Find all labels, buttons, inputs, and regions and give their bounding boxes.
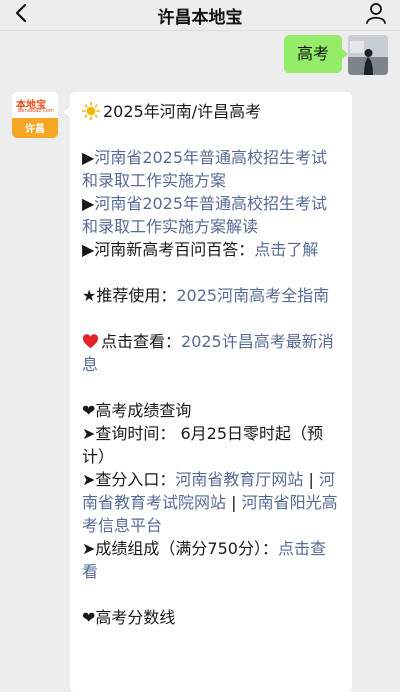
top-bar: 许昌本地宝 <box>0 0 400 28</box>
plan-interpretation-link-line: ▶河南省2025年普通高校招生考试和录取工作实施方案解读 <box>82 194 328 236</box>
qa-line: ▶河南新高考百问百答：点击了解 <box>82 238 340 261</box>
plan-link-line: ▶河南省2025年普通高校招生考试和录取工作实施方案 <box>82 148 328 190</box>
cutoff-heading: ❤高考分数线 <box>82 608 176 627</box>
recommend-line: ★推荐使用：2025河南高考全指南 <box>82 284 340 307</box>
recommend-link[interactable]: 2025河南高考全指南 <box>176 286 329 305</box>
plan-interpretation-link[interactable]: 河南省2025年普通高校招生考试和录取工作实施方案解读 <box>82 194 327 236</box>
header-divider <box>0 30 400 31</box>
view-news-line: 点击查看：2025许昌高考最新消息 <box>82 330 340 376</box>
view-news-label: 点击查看： <box>101 332 182 351</box>
my-avatar[interactable] <box>348 35 388 75</box>
query-time-line: ➤查询时间： 6月25日零时起（预计） <box>82 424 324 466</box>
bot-avatar[interactable]: 本地宝 Bendibao.com 许昌 <box>12 92 58 138</box>
score-composition-label: ➤成绩组成（满分750分）： <box>82 539 278 558</box>
score-entry-line: ➤查分入口：河南省教育厅网站 | 河南省教育考试院网站 | 河南省阳光高考信息平… <box>82 470 338 535</box>
user-profile-icon[interactable] <box>364 1 388 25</box>
outgoing-message-bubble[interactable]: 高考 <box>283 35 349 73</box>
plan-link[interactable]: 河南省2025年普通高校招生考试和录取工作实施方案 <box>82 148 327 190</box>
incoming-message-bubble: 2025年河南/许昌高考 ▶河南省2025年普通高校招生考试和录取工作实施方案 … <box>64 92 352 692</box>
recommend-label: ★推荐使用： <box>82 286 177 305</box>
education-dept-link[interactable]: 河南省教育厅网站 <box>175 470 303 489</box>
sun-icon <box>82 102 101 121</box>
chat-title: 许昌本地宝 <box>157 8 243 28</box>
avatar-logo-url: Bendibao.com <box>18 108 54 114</box>
score-query-heading: ❤高考成绩查询 <box>82 401 192 420</box>
qa-label: ▶河南新高考百问百答： <box>82 240 255 259</box>
qa-link[interactable]: 点击了解 <box>254 240 318 259</box>
heart-icon <box>82 333 99 350</box>
score-composition-line: ➤成绩组成（满分750分）：点击查看 <box>82 537 340 583</box>
avatar-logo-city: 许昌 <box>25 124 45 135</box>
message-title: 2025年河南/许昌高考 <box>103 102 262 121</box>
message-title-line: 2025年河南/许昌高考 <box>82 100 340 123</box>
score-entry-label: ➤查分入口： <box>82 470 176 489</box>
outgoing-message-text: 高考 <box>296 44 329 63</box>
